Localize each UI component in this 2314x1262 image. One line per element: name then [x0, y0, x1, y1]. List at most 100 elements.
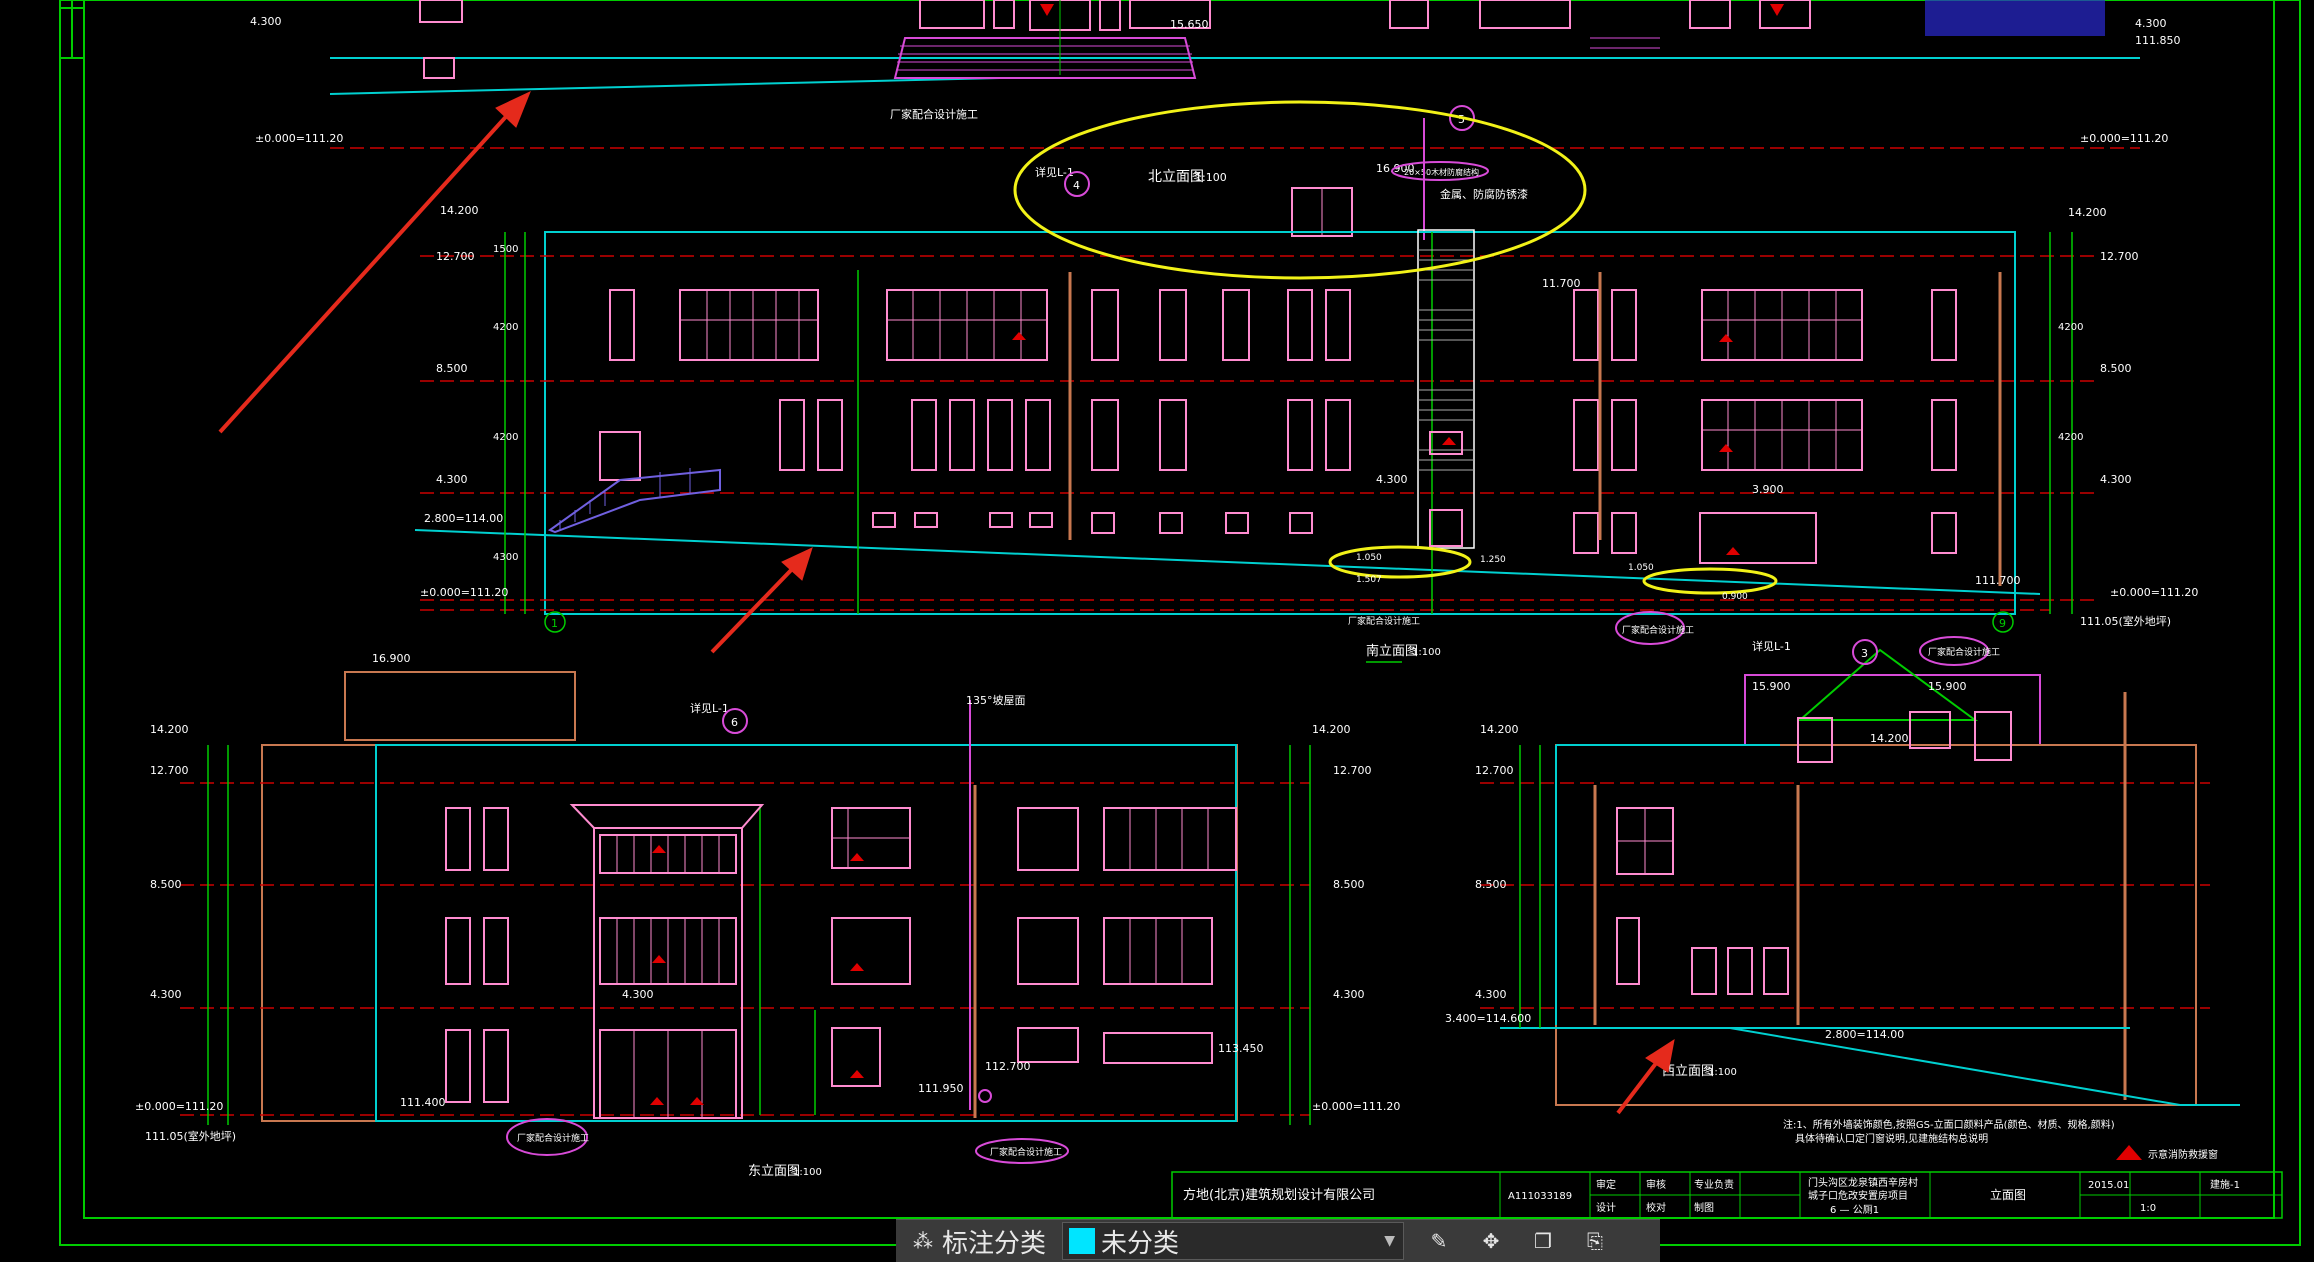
south-right-ground: 3.900: [1752, 483, 1784, 496]
east-mid-level: 111.950: [918, 1082, 964, 1095]
title-role-6: 制图: [1694, 1201, 1714, 1214]
note-line-1: 注:1、所有外墙装饰颜色,按照GS-立面口颜料产品(颜色、材质、规格,颜料): [1783, 1118, 2115, 1131]
title-company: 方地(北京)建筑规划设计有限公司: [1183, 1187, 1375, 1203]
east-ground-left: ±0.000=111.20: [135, 1100, 223, 1113]
south-level-roof-right: 14.200: [2068, 206, 2107, 219]
dim-4200d: 4200: [2058, 432, 2083, 443]
annotation-toolbar: ⁂ 标注分类 未分类 ▼ ✎ ✥ ❐ ⎘: [896, 1219, 1660, 1262]
title-building: 6 — 公厕1: [1830, 1204, 1879, 1216]
east-callout-number: 6: [731, 716, 738, 729]
south-level-f3-right: 12.700: [2100, 250, 2139, 263]
north-note: 20×50木材防腐结构: [1404, 167, 1479, 177]
category-select[interactable]: 未分类 ▼: [1062, 1222, 1405, 1260]
dim-4200: 4200: [493, 322, 518, 333]
east-level-f3: 12.700: [150, 764, 189, 777]
title-date: 2015.01: [2088, 1180, 2129, 1191]
south-axis-left: 1: [551, 617, 558, 630]
east-bottom-left: 111.05(室外地坪): [145, 1129, 236, 1143]
west-level-f1: 4.300: [1475, 988, 1507, 1001]
east-level-f2: 8.500: [150, 878, 182, 891]
south-stair-note: 厂家配合设计施工: [1348, 615, 1420, 627]
top-level-right: 111.850: [2135, 34, 2181, 47]
west-top-level: 15.900: [1752, 680, 1791, 693]
east-roof-note: 135°坡屋面: [966, 694, 1026, 707]
west-level-f2: 8.500: [1475, 878, 1507, 891]
cad-drawing-canvas[interactable]: 15.650 111.850 ±0.000=111.20 ±0.000=111.…: [0, 0, 2314, 1261]
south-dim-c: 1.507: [1356, 575, 1382, 585]
east-top-level: 16.900: [372, 652, 411, 665]
west-ground2: 2.800=114.00: [1825, 1028, 1904, 1041]
south-axis-right: 9: [1999, 617, 2006, 630]
west-elevation-scale: 1:100: [1708, 1067, 1737, 1078]
south-ground-left: ±0.000=111.20: [420, 586, 508, 599]
south-level-f1: 4.300: [436, 473, 468, 486]
paste-icon[interactable]: ⎘: [1580, 1226, 1610, 1256]
west-level-f3: 12.700: [1475, 764, 1514, 777]
south-level-f2-right: 8.500: [2100, 362, 2132, 375]
east-level-f1-right: 4.300: [1333, 988, 1365, 1001]
title-drawing-no: 建施-1: [2210, 1178, 2240, 1191]
dim-4200c: 4200: [2058, 322, 2083, 333]
south-left-ground: 2.800=114.00: [424, 512, 503, 525]
note-line-2: 具体待确认口定门窗说明,见建施结构总说明: [1795, 1132, 1988, 1145]
title-project-code: A111033189: [1508, 1191, 1572, 1202]
south-elevation-scale: 1:100: [1412, 647, 1441, 658]
top-stair-note: 厂家配合设计施工: [890, 107, 978, 121]
move-icon[interactable]: ✥: [1476, 1226, 1506, 1256]
copy-icon[interactable]: ❐: [1528, 1226, 1558, 1256]
title-role-4: 设计: [1596, 1201, 1616, 1214]
category-value: 未分类: [1101, 1228, 1180, 1259]
south-level-f1-right: 4.300: [2100, 473, 2132, 486]
west-ground1: 3.400=114.600: [1445, 1012, 1531, 1025]
title-role-1: 审定: [1596, 1178, 1616, 1191]
north-note2: 金属、防腐防锈漆: [1440, 187, 1528, 201]
east-ground-right: ±0.000=111.20: [1312, 1100, 1400, 1113]
south-annotation: 厂家配合设计施工: [1622, 624, 1694, 636]
category-grid-icon[interactable]: ⁂: [908, 1226, 938, 1256]
south-dim-a: 1.050: [1356, 553, 1382, 563]
top-ground-left: ±0.000=111.20: [255, 132, 343, 145]
west-elevation-title: 西立面图: [1662, 1064, 1714, 1079]
west-level-roof: 14.200: [1480, 723, 1519, 736]
south-bottom-right: 111.05(室外地坪): [2080, 614, 2171, 628]
title-role-2: 审核: [1646, 1178, 1666, 1191]
south-level-f1-mid: 4.300: [1376, 473, 1408, 486]
south-level-f3: 12.700: [436, 250, 475, 263]
north-elevation-scale: 1:100: [1195, 171, 1227, 184]
top-level-f1: 4.300: [250, 15, 282, 28]
east-level-f1: 4.300: [150, 988, 182, 1001]
east-level-f3-right: 12.700: [1333, 764, 1372, 777]
edit-icon[interactable]: ✎: [1424, 1226, 1454, 1256]
south-elevation-title: 南立面图: [1366, 643, 1418, 659]
title-project-name: 门头沟区龙泉镇西辛房村: [1808, 1176, 1918, 1189]
title-role-5: 校对: [1646, 1201, 1666, 1214]
chevron-down-icon: ▼: [1384, 1233, 1396, 1249]
south-dim-b: 1.250: [1480, 555, 1506, 565]
dim-4300: 4300: [493, 552, 518, 563]
title-project-name2: 城子口危改安置房项目: [1808, 1189, 1908, 1202]
south-ground-right: ±0.000=111.20: [2110, 586, 2198, 599]
south-dim-d: 1.050: [1628, 563, 1654, 573]
legend-text: 示意消防救援窗: [2148, 1148, 2218, 1161]
east-level-f1-mid: 4.300: [622, 988, 654, 1001]
east-level-f2-right: 8.500: [1333, 878, 1365, 891]
west-callout-label: 详见L-1: [1752, 639, 1791, 653]
east-ground-level: 111.400: [400, 1096, 446, 1109]
east-callout-label: 详见L-1: [690, 701, 729, 715]
west-level-roof-mid: 14.200: [1870, 732, 1909, 745]
south-mid-level: 11.700: [1542, 277, 1581, 290]
category-swatch: [1069, 1228, 1096, 1254]
category-label: 标注分类: [942, 1228, 1047, 1259]
title-sheet: 立面图: [1990, 1187, 2026, 1202]
west-annotation: 厂家配合设计施工: [1928, 646, 2000, 658]
west-callout-number: 3: [1861, 647, 1868, 660]
west-top-level-b: 15.900: [1928, 680, 1967, 693]
toolbar-actions: ✎ ✥ ❐ ⎘: [1424, 1226, 1610, 1256]
east-right-level2: 113.450: [1218, 1042, 1264, 1055]
top-ground-right: ±0.000=111.20: [2080, 132, 2168, 145]
north-callout-number: 4: [1073, 179, 1080, 192]
south-level-roof: 14.200: [440, 204, 479, 217]
south-dim-e: 0.900: [1722, 592, 1748, 602]
top-level-mid: 15.650: [1170, 18, 1209, 31]
east-annotation-left: 厂家配合设计施工: [517, 1132, 589, 1144]
